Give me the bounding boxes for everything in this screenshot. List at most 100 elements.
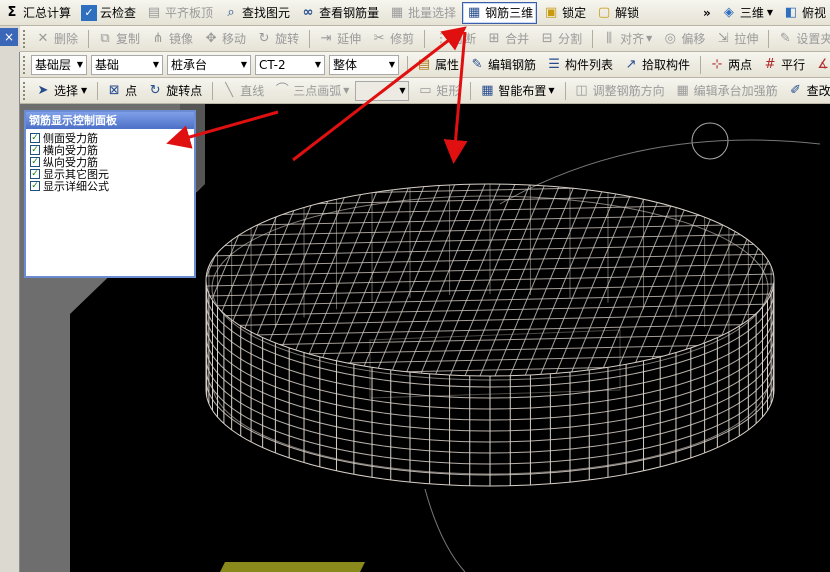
close-icon[interactable]: × (0, 28, 18, 46)
glasses-icon: ∞ (302, 4, 314, 20)
checkbox-checked-icon[interactable]: ✓ (30, 157, 40, 167)
pick-icon: ↗ (625, 56, 637, 72)
pencil-icon: ✎ (779, 30, 791, 46)
rotate-button[interactable]: ↻ 旋转 (252, 28, 303, 50)
chevron-down-icon: ▼ (76, 60, 84, 69)
copy-button[interactable]: ⧉ 复制 (93, 28, 144, 50)
line-button[interactable]: ╲ 直线 (217, 80, 268, 102)
point-angle-button[interactable]: ∡点角▼ (811, 54, 830, 76)
extend-button[interactable]: ⇥ 延伸 (314, 28, 365, 50)
component-category-select[interactable]: 桩承台 ▼ (167, 54, 251, 75)
adjust-rebar-direction-button[interactable]: ◫ 调整钢筋方向 (570, 80, 669, 102)
align-button[interactable]: ⫼ 对齐 ▼ (597, 28, 656, 50)
view-3d-dropdown[interactable]: ◈ 三维 ▼ (717, 2, 777, 24)
two-points-button[interactable]: ⊹ 两点 (705, 54, 756, 76)
trim-icon: ✂ (373, 30, 385, 46)
arc-option-select[interactable]: ▼ (355, 80, 410, 101)
edit-cap-reinforcement-button[interactable]: ▦ 编辑承台加强筋 (671, 80, 782, 102)
properties-icon: ▤ (417, 56, 431, 72)
view-top-button[interactable]: ◧ 俯视 (779, 2, 830, 24)
pile-cap-rebar-cage (205, 183, 775, 487)
delete-button[interactable]: ✕ 删除 (31, 28, 82, 50)
list-icon: ☰ (548, 56, 560, 72)
checkbox-checked-icon[interactable]: ✓ (30, 145, 40, 155)
merge-icon: ⊞ (488, 30, 500, 46)
annotation-icon: ✐ (790, 82, 802, 98)
chevron-down-icon: ▼ (314, 60, 322, 69)
unlock-button[interactable]: ▢ 解锁 (592, 2, 643, 24)
trim-button[interactable]: ✂ 修剪 (367, 28, 418, 50)
rectangle-button[interactable]: ▭ 矩形 (413, 80, 464, 102)
checkbox-checked-icon[interactable]: ✓ (30, 169, 40, 179)
merge-button[interactable]: ⊞ 合并 (482, 28, 533, 50)
edit-rebar-icon: ✎ (471, 56, 483, 72)
stretch-button[interactable]: ⇲ 拉伸 (711, 28, 762, 50)
rebar-3d-icon: ▦ (467, 4, 481, 20)
split-icon: ⊟ (541, 30, 553, 46)
scope-select[interactable]: 整体 ▼ (329, 54, 399, 75)
two-points-icon: ⊹ (711, 56, 723, 72)
floor-layer-select[interactable]: 基础层 ▼ (31, 54, 87, 75)
move-icon: ✥ (205, 30, 217, 46)
toolbar-overflow-button[interactable]: » (699, 2, 715, 24)
split-button[interactable]: ⊟ 分割 (535, 28, 586, 50)
component-list-button[interactable]: ☰ 构件列表 (542, 54, 617, 76)
smart-layout-icon: ▦ (481, 82, 494, 98)
left-dock-strip: × (0, 26, 20, 572)
component-type-select[interactable]: 基础 ▼ (91, 54, 163, 75)
extend-icon: ⇥ (320, 30, 332, 46)
break-icon: ⋮ (434, 30, 448, 46)
chevron-down-icon: ▼ (240, 60, 248, 69)
cloud-check-button[interactable]: ✓ 云检查 (77, 2, 140, 24)
break-button[interactable]: ⋮ 打断 (429, 28, 480, 50)
rotate-icon: ↻ (258, 30, 270, 46)
move-button[interactable]: ✥ 移动 (199, 28, 250, 50)
option-show-detailed-formula[interactable]: ✓ 显示详细公式 (30, 180, 190, 193)
edit-cap-icon: ▦ (676, 82, 689, 98)
rectangle-icon: ▭ (419, 82, 432, 98)
delete-icon: ✕ (37, 30, 49, 46)
properties-button[interactable]: ▤ 属性 (412, 54, 463, 76)
align-slab-top-button[interactable]: ▤ 平齐板顶 (142, 2, 217, 24)
three-point-arc-button[interactable]: ⌒ 三点画弧 ▼ (270, 80, 353, 102)
toolbar-grip (23, 29, 27, 48)
select-button[interactable]: ➤ 选择 ▼ (31, 80, 91, 102)
modify-annotation-button[interactable]: ✐查改标注 (784, 80, 830, 102)
top-view-icon: ◧ (784, 4, 798, 20)
checkbox-checked-icon[interactable]: ✓ (30, 133, 40, 143)
offset-button[interactable]: ◎ 偏移 (658, 28, 709, 50)
cube-icon: ◈ (723, 4, 734, 20)
batch-select-icon: ▦ (390, 4, 404, 20)
find-element-button[interactable]: ⌕ 查找图元 (219, 2, 294, 24)
summary-calc-button[interactable]: Σ 汇总计算 (0, 2, 75, 24)
point-button[interactable]: ⊠ 点 (102, 80, 141, 102)
batch-select-button[interactable]: ▦ 批量选择 (385, 2, 460, 24)
pick-component-button[interactable]: ↗ 拾取构件 (619, 54, 694, 76)
parallel-button[interactable]: # 平行 (758, 54, 809, 76)
edit-rebar-button[interactable]: ✎ 编辑钢筋 (465, 54, 540, 76)
align-icon: ⫼ (606, 30, 613, 46)
reference-arc-bottom (424, 488, 466, 572)
parallel-icon: # (764, 56, 776, 72)
mirror-button[interactable]: ⋔ 镜像 (146, 28, 197, 50)
smart-layout-button[interactable]: ▦ 智能布置 ▼ (475, 80, 558, 102)
rebar-display-control-panel: 钢筋显示控制面板 ✓ 侧面受力筋 ✓ 横向受力筋 ✓ 纵向受力筋 ✓ 显示其它图元 ✓ 显… (24, 110, 196, 278)
align-top-icon: ▤ (147, 4, 161, 20)
rotate-point-button[interactable]: ↻ 旋转点 (143, 80, 206, 102)
stretch-icon: ⇲ (717, 30, 729, 46)
unlock-icon: ▢ (597, 4, 611, 20)
selector-toolbar: 基础层 ▼ 基础 ▼ 桩承台 ▼ CT-2 ▼ 整体 ▼ ▤ 属性 ✎ 编辑钢筋 ☰ 构件列表 … (0, 52, 830, 78)
chevron-down-icon: ▼ (399, 86, 406, 95)
component-name-select[interactable]: CT-2 ▼ (255, 54, 325, 75)
point-angle-icon: ∡ (817, 56, 829, 72)
chevron-down-icon: ▼ (388, 60, 396, 69)
rebar-3d-button[interactable]: ▦ 钢筋三维 (462, 1, 538, 24)
slab-edge-shape (220, 562, 365, 572)
set-grip-button[interactable]: ✎设置夹点 (773, 28, 830, 50)
lock-button[interactable]: ▣ 锁定 (539, 2, 590, 24)
line-icon: ╲ (225, 82, 234, 98)
view-rebar-quantity-button[interactable]: ∞ 查看钢筋量 (296, 2, 383, 24)
cloud-check-icon: ✓ (81, 4, 98, 21)
mirror-icon: ⋔ (152, 30, 164, 46)
checkbox-checked-icon[interactable]: ✓ (30, 181, 40, 191)
